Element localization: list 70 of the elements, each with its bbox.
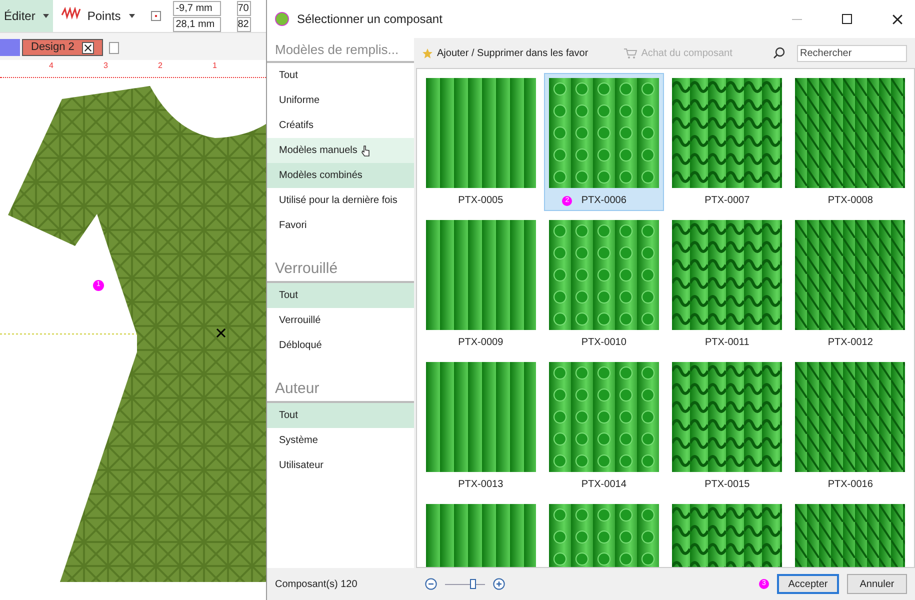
zoom-slider[interactable] (445, 579, 485, 589)
pattern-tile[interactable]: PTX-0008 (790, 73, 910, 211)
zoom-in-icon[interactable] (493, 578, 505, 590)
position-icon (150, 11, 161, 21)
favorites-button[interactable]: Ajouter / Supprimer dans les favor (422, 46, 588, 60)
category-item[interactable]: Favori (267, 213, 414, 238)
category-item[interactable]: Modèles manuels (267, 138, 414, 163)
pattern-tile[interactable]: PTX-0005 (421, 73, 540, 211)
zoom-out-icon[interactable] (425, 578, 437, 590)
tile-label: PTX-0016 (828, 479, 873, 491)
caret-icon (128, 14, 135, 18)
category-item[interactable]: Débloqué (267, 333, 414, 358)
caret-icon (43, 14, 50, 18)
tile-label: PTX-0006 (581, 195, 626, 207)
category-item[interactable]: Tout (267, 283, 414, 308)
category-item[interactable]: Tout (267, 63, 414, 88)
category-item[interactable]: Verrouillé (267, 308, 414, 333)
document-tab[interactable]: Design 2 (22, 39, 104, 56)
pattern-tile[interactable]: PTX-0011 (668, 215, 787, 353)
category-item[interactable]: Créatifs (267, 113, 414, 138)
slider-thumb[interactable] (470, 579, 476, 589)
section-heading: Modèles de remplis... (267, 38, 414, 63)
width-field[interactable]: 70 (236, 0, 251, 16)
category-item[interactable]: Utilisateur (267, 453, 414, 478)
category-item[interactable]: Modèles combinés (267, 163, 414, 188)
pattern-tile[interactable]: PTX-0015 (668, 357, 787, 495)
star-icon (422, 48, 433, 58)
category-item[interactable]: Système (267, 428, 414, 453)
tile-label: PTX-0008 (828, 195, 873, 207)
tile-label: PTX-0012 (828, 337, 873, 349)
y-field[interactable]: 28,1 mm (172, 16, 221, 32)
app-logo-icon (275, 12, 289, 26)
cancel-button[interactable]: Annuler (847, 574, 907, 594)
pattern-tile[interactable]: PTX-0007 (668, 73, 787, 211)
maximize-icon[interactable] (842, 14, 852, 24)
new-document-icon[interactable] (109, 42, 120, 54)
ruler-label: 1 (212, 60, 217, 72)
ruler-label: 3 (104, 60, 108, 72)
category-item[interactable]: Uniforme (267, 88, 414, 113)
tile-label: PTX-0005 (458, 195, 504, 207)
edit-menu[interactable]: Éditer (0, 0, 54, 32)
points-menu[interactable]: Points (53, 0, 143, 32)
pattern-tile[interactable]: PTX-0013 (421, 357, 540, 495)
height-field[interactable]: 82 (236, 16, 251, 32)
tile-label: PTX-0014 (581, 479, 626, 491)
pattern-tile[interactable]: PTX-0010 (544, 215, 664, 353)
search-icon (773, 47, 785, 59)
component-count: Composant(s) 120 (275, 578, 358, 592)
pattern-tile[interactable]: PTX-0016 (790, 357, 910, 495)
tile-label: PTX-0007 (704, 195, 750, 207)
pattern-tile[interactable]: PTX-0012 (790, 215, 910, 353)
category-item[interactable]: Utilisé pour la dernière fois (267, 188, 414, 213)
tile-label: PTX-0011 (704, 337, 750, 349)
ruler-label: 2 (158, 60, 162, 72)
accept-button[interactable]: Accepter (777, 574, 839, 594)
ruler-label: 4 (49, 60, 54, 72)
x-field[interactable]: -9,7 mm (172, 0, 221, 16)
search-field[interactable]: Rechercher (797, 44, 907, 62)
hand-cursor-icon (361, 144, 370, 156)
close-icon[interactable] (84, 44, 92, 52)
category-item[interactable]: Tout (267, 403, 414, 428)
tile-label: PTX-0013 (458, 479, 504, 491)
pattern-tile[interactable]: PTX-0009 (421, 215, 540, 353)
tile-label: PTX-0015 (704, 479, 750, 491)
tile-label: PTX-0010 (581, 337, 626, 349)
cart-icon (624, 48, 638, 58)
tile-label: PTX-0009 (458, 337, 504, 349)
close-icon[interactable] (892, 14, 903, 24)
pattern-tile[interactable]: PTX-0014 (544, 357, 664, 495)
window-title: Sélectionner un composant (297, 11, 444, 28)
